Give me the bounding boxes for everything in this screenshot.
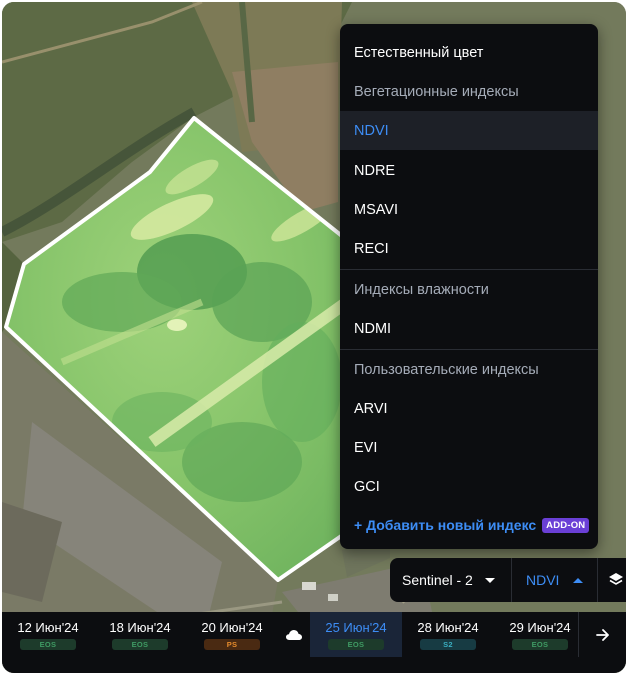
layers-button[interactable] [598, 558, 626, 602]
date-timeline: 12 Июн'24 EOS 18 Июн'24 EOS 20 Июн'24 PS… [2, 612, 626, 673]
index-dropdown[interactable]: NDVI [512, 558, 598, 602]
layer-selector-bar: Sentinel - 2 NDVI [390, 558, 626, 602]
addon-badge: ADD-ON [542, 517, 590, 533]
timeline-date-item[interactable]: 20 Июн'24 PS [186, 612, 278, 657]
timeline-date: 12 Июн'24 [17, 619, 79, 635]
timeline-date: 20 Июн'24 [201, 619, 263, 635]
moisture-indices-header: Индексы влажности [354, 281, 489, 298]
source-badge: S2 [420, 638, 476, 650]
custom-indices-header: Пользовательские индексы [354, 361, 539, 378]
caret-up-icon [573, 577, 584, 583]
layer-dropdown-menu: Естественный цвет Вегетационные индексы … [340, 24, 598, 549]
arrow-right-icon [595, 628, 609, 641]
timeline-date-item[interactable]: 18 Июн'24 EOS [94, 612, 186, 657]
cloud-icon [286, 629, 302, 640]
cloud-indicator [278, 612, 310, 657]
source-badge: EOS [512, 638, 568, 650]
timeline-date: 29 Июн'24 [509, 619, 571, 635]
timeline-date-item-active[interactable]: 25 Июн'24 EOS [310, 612, 402, 657]
timeline-date-item[interactable]: 29 Июн'24 EOS [494, 612, 586, 657]
source-badge: EOS [20, 638, 76, 650]
menu-item-natural-color[interactable]: Естественный цвет [340, 33, 598, 72]
source-badge: EOS [328, 638, 384, 650]
menu-item-ndre[interactable]: NDRE [340, 151, 598, 190]
menu-item-gci[interactable]: GCI [340, 467, 598, 506]
menu-item-msavi[interactable]: MSAVI [340, 190, 598, 229]
add-new-index-button[interactable]: + Добавить новый индекс ADD-ON [354, 516, 590, 534]
menu-item-arvi[interactable]: ARVI [340, 389, 598, 428]
caret-down-icon [484, 577, 495, 583]
timeline-date: 28 Июн'24 [417, 619, 479, 635]
menu-item-ndmi[interactable]: NDMI [340, 309, 598, 348]
timeline-next-button[interactable] [578, 612, 626, 657]
menu-item-reci[interactable]: RECI [340, 229, 598, 268]
vegetation-indices-header: Вегетационные индексы [354, 83, 519, 100]
menu-item-ndvi[interactable]: NDVI [340, 111, 598, 150]
source-badge: EOS [112, 638, 168, 650]
satellite-source-dropdown[interactable]: Sentinel - 2 [390, 558, 512, 602]
layers-icon [609, 573, 623, 585]
add-new-index-label: + Добавить новый индекс [354, 517, 537, 533]
timeline-date-item[interactable]: 12 Июн'24 EOS [2, 612, 94, 657]
index-label: NDVI [526, 572, 560, 588]
menu-item-evi[interactable]: EVI [340, 428, 598, 467]
map-view: Естественный цвет Вегетационные индексы … [2, 2, 626, 673]
satellite-source-label: Sentinel - 2 [402, 572, 473, 588]
source-badge: PS [204, 638, 260, 650]
timeline-date: 25 Июн'24 [325, 619, 387, 635]
timeline-date: 18 Июн'24 [109, 619, 171, 635]
timeline-date-item[interactable]: 28 Июн'24 S2 [402, 612, 494, 657]
